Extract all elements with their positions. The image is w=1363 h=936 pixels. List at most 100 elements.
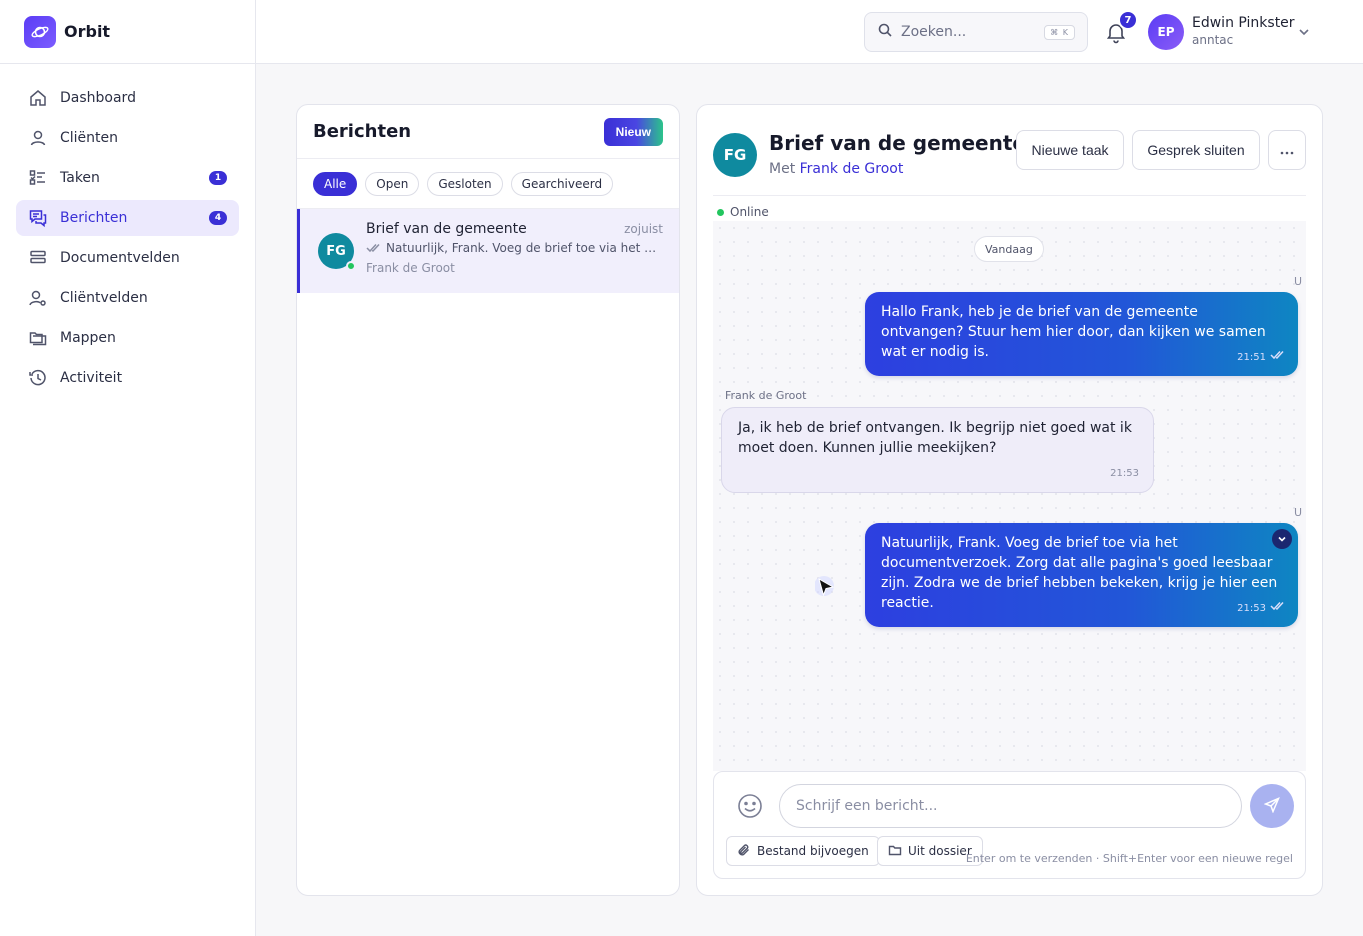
sidebar-item-berichten[interactable]: Berichten 4 xyxy=(16,200,239,236)
chat-panel: FG Brief van de gemeente Met Frank de Gr… xyxy=(696,104,1323,896)
mouse-cursor-icon xyxy=(814,576,839,600)
sidebar-item-label: Cliënten xyxy=(60,130,119,146)
sidebar-item-clientvelden[interactable]: Cliëntvelden xyxy=(16,280,239,316)
day-separator: Vandaag xyxy=(974,236,1044,262)
user-icon xyxy=(28,128,48,148)
sidebar-item-clienten[interactable]: Cliënten xyxy=(16,120,239,156)
attach-file-button[interactable]: Bestand bijvoegen xyxy=(726,836,880,866)
message-text: Ja, ik heb de brief ontvangen. Ik begrij… xyxy=(738,420,1132,456)
filter-tabs: Alle Open Gesloten Gearchiveerd xyxy=(297,159,679,209)
sidebar-item-label: Cliëntvelden xyxy=(60,290,148,306)
new-message-button[interactable]: Nieuw xyxy=(603,117,663,146)
double-check-icon xyxy=(366,243,380,253)
sidebar-item-activiteit[interactable]: Activiteit xyxy=(16,360,239,396)
sidebar-item-label: Taken xyxy=(60,170,100,186)
read-check-icon xyxy=(1270,599,1284,619)
message-menu-chevron-icon[interactable] xyxy=(1272,529,1292,549)
with-prefix: Met xyxy=(769,161,796,177)
status-text: Online xyxy=(730,205,769,219)
notification-badge: 7 xyxy=(1118,10,1138,30)
sidebar-item-label: Documentvelden xyxy=(60,250,180,266)
message-input[interactable] xyxy=(779,784,1242,828)
chevron-down-icon[interactable] xyxy=(1296,24,1312,40)
online-dot-icon xyxy=(717,208,724,216)
sidebar-item-label: Activiteit xyxy=(60,370,123,386)
sidebar-item-taken[interactable]: Taken 1 xyxy=(16,160,239,196)
online-indicator xyxy=(346,261,356,271)
sidebar-item-documentvelden[interactable]: Documentvelden xyxy=(16,240,239,276)
sidebar-item-dashboard[interactable]: Dashboard xyxy=(16,80,239,116)
search-icon xyxy=(877,22,893,42)
topbar: Zoeken... ⌘ K 7 EP Edwin Pinkster anntac xyxy=(256,0,1363,64)
message-text: Natuurlijk, Frank. Voeg de brief toe via… xyxy=(881,535,1278,611)
conversation-item[interactable]: FG Brief van de gemeente zojuist Natuurl… xyxy=(297,209,679,293)
message-time: 21:53 xyxy=(1110,468,1139,479)
page-title: Berichten xyxy=(313,121,412,142)
sidebar-item-label: Mappen xyxy=(60,330,116,346)
fields-icon xyxy=(28,248,48,268)
message-thread[interactable]: Vandaag U Hallo Frank, heb je de brief v… xyxy=(713,221,1306,771)
message-sender: U xyxy=(1293,506,1302,519)
avatar[interactable]: EP xyxy=(1148,14,1184,50)
close-conversation-button[interactable]: Gesprek sluiten xyxy=(1132,130,1260,170)
user-settings-icon xyxy=(28,288,48,308)
paperclip-icon xyxy=(737,843,751,860)
avatar: FG xyxy=(713,133,757,177)
from-dossier-label: Uit dossier xyxy=(908,844,972,858)
search-shortcut: ⌘ K xyxy=(1044,24,1075,40)
sidebar-item-label: Berichten xyxy=(60,210,128,226)
search-input[interactable]: Zoeken... ⌘ K xyxy=(864,12,1088,52)
new-task-button[interactable]: Nieuwe taak xyxy=(1016,130,1124,170)
conversation-client-name: Frank de Groot xyxy=(366,261,455,275)
send-icon xyxy=(1263,796,1280,816)
message-meta: 21:51 xyxy=(1237,348,1284,368)
chat-participant: Met Frank de Groot xyxy=(769,161,903,177)
message-sender: Frank de Groot xyxy=(725,389,807,402)
more-icon xyxy=(1280,142,1294,158)
message-bubble-outgoing[interactable]: Natuurlijk, Frank. Voeg de brief toe via… xyxy=(865,523,1298,627)
message-meta: 21:53 xyxy=(1237,599,1284,619)
message-time: 21:53 xyxy=(1237,603,1266,614)
message-composer: Bestand bijvoegen Uit dossier Enter om t… xyxy=(713,771,1306,879)
user-name[interactable]: Edwin Pinkster xyxy=(1192,15,1295,31)
message-bubble-incoming[interactable]: Ja, ik heb de brief ontvangen. Ik begrij… xyxy=(721,407,1154,493)
conversation-list-panel: Berichten Nieuw Alle Open Gesloten Gearc… xyxy=(296,104,680,896)
participant-link[interactable]: Frank de Groot xyxy=(800,161,904,177)
berichten-count-badge: 4 xyxy=(209,211,227,225)
status-badge: Online xyxy=(717,205,769,219)
chat-icon xyxy=(28,208,48,228)
history-icon xyxy=(28,368,48,388)
search-placeholder: Zoeken... xyxy=(901,24,967,40)
emoji-icon[interactable] xyxy=(736,792,764,820)
conversation-time: zojuist xyxy=(624,222,663,236)
read-check-icon xyxy=(1270,348,1284,368)
task-list-icon xyxy=(28,168,48,188)
folders-icon xyxy=(28,328,48,348)
user-org: anntac xyxy=(1192,33,1234,47)
list-header: Berichten Nieuw xyxy=(297,105,679,159)
composer-hint: Enter om te verzenden · Shift+Enter voor… xyxy=(965,852,1293,865)
send-button[interactable] xyxy=(1250,784,1294,828)
sidebar: Orbit Dashboard Cliënten Taken 1 Bericht… xyxy=(0,0,256,936)
chat-title: Brief van de gemeente xyxy=(769,131,1026,155)
conversation-title: Brief van de gemeente xyxy=(366,221,527,237)
app-name: Orbit xyxy=(64,22,111,41)
filter-gearchiveerd[interactable]: Gearchiveerd xyxy=(510,171,614,196)
message-bubble-outgoing[interactable]: Hallo Frank, heb je de brief van de geme… xyxy=(865,292,1298,376)
filter-gesloten[interactable]: Gesloten xyxy=(427,171,503,196)
taken-count-badge: 1 xyxy=(209,171,227,185)
message-meta: 21:53 xyxy=(1110,464,1139,484)
message-time: 21:51 xyxy=(1237,352,1266,363)
filter-open[interactable]: Open xyxy=(365,171,420,196)
message-sender: U xyxy=(1293,275,1302,288)
filter-alle[interactable]: Alle xyxy=(313,171,358,196)
sidebar-item-mappen[interactable]: Mappen xyxy=(16,320,239,356)
orbit-logo-icon xyxy=(24,15,56,48)
home-icon xyxy=(28,88,48,108)
folder-icon xyxy=(888,843,902,860)
divider xyxy=(713,195,1306,196)
brand[interactable]: Orbit xyxy=(0,0,255,64)
message-text: Hallo Frank, heb je de brief van de geme… xyxy=(881,304,1266,360)
sidebar-nav: Dashboard Cliënten Taken 1 Berichten 4 D… xyxy=(0,64,255,416)
more-options-button[interactable] xyxy=(1268,130,1306,170)
